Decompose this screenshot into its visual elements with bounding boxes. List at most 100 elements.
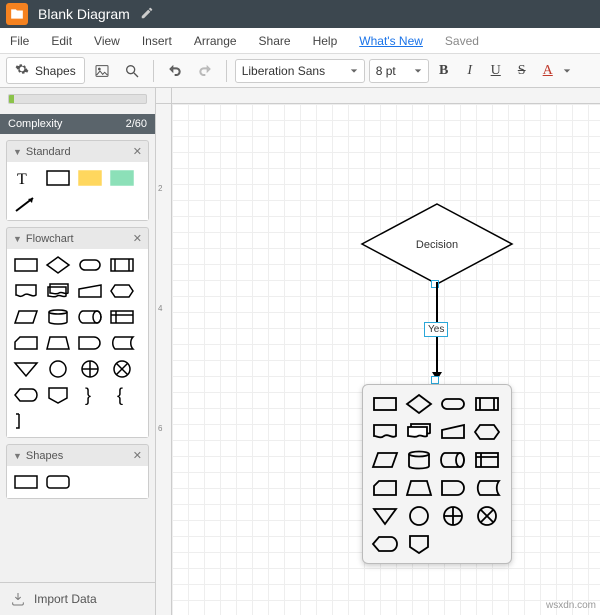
shape-sum[interactable] [107,357,137,381]
shape-data[interactable] [11,305,41,329]
ruler-corner [156,88,172,104]
shape-merge[interactable] [11,357,41,381]
close-icon[interactable]: ✕ [133,449,142,462]
rename-icon[interactable] [140,6,154,23]
shape-rect[interactable] [11,470,41,494]
close-icon[interactable]: ✕ [133,232,142,245]
menu-file[interactable]: File [10,34,29,48]
shape-document[interactable] [11,279,41,303]
shape-trap[interactable] [403,475,435,501]
shape-process[interactable] [11,253,41,277]
menubar: File Edit View Insert Arrange Share Help… [0,28,600,54]
shape-preparation[interactable] [471,419,503,445]
menu-view[interactable]: View [94,34,120,48]
ruler-tick: 2 [158,184,162,193]
canvas[interactable]: Decision Yes [172,104,600,615]
edge-label[interactable]: Yes [424,322,448,337]
strike-button[interactable]: S [511,63,533,79]
shape-decision[interactable] [403,391,435,417]
toolbar: Shapes Liberation Sans 8 pt B I U S A [0,54,600,88]
menu-help[interactable]: Help [313,34,338,48]
shape-multidoc[interactable] [43,279,73,303]
shape-stored[interactable] [471,475,503,501]
shape-display[interactable] [11,383,41,407]
menu-insert[interactable]: Insert [142,34,172,48]
menu-share[interactable]: Share [259,34,291,48]
shape-merge[interactable] [369,503,401,529]
shape-offpage[interactable] [43,383,73,407]
shape-brace-l[interactable]: { [107,383,137,407]
shape-process[interactable] [369,391,401,417]
shape-database[interactable] [43,305,73,329]
shape-round[interactable] [43,470,73,494]
close-icon[interactable]: ✕ [133,145,142,158]
menu-arrange[interactable]: Arrange [194,34,237,48]
shape-connector[interactable] [403,503,435,529]
shape-manual-input[interactable] [75,279,105,303]
shape-delay[interactable] [437,475,469,501]
font-size-select[interactable]: 8 pt [369,59,429,83]
shape-connector[interactable] [43,357,73,381]
import-data-button[interactable]: Import Data [0,582,155,615]
titlebar: Blank Diagram [0,0,600,28]
shape-display[interactable] [369,531,401,557]
shape-stored[interactable] [107,331,137,355]
bold-button[interactable]: B [433,63,455,79]
menu-edit[interactable]: Edit [51,34,72,48]
shape-internal[interactable] [471,447,503,473]
shape-document[interactable] [369,419,401,445]
menu-whats-new[interactable]: What's New [359,34,423,48]
chevron-down-icon[interactable] [563,64,571,78]
connection-handle[interactable] [431,376,439,384]
svg-text:}: } [85,385,91,405]
shape-preparation[interactable] [107,279,137,303]
shape-multidoc[interactable] [403,419,435,445]
shape-note[interactable] [11,409,41,433]
shape-terminator[interactable] [437,391,469,417]
font-color-button[interactable]: A [537,63,559,79]
shape-database[interactable] [403,447,435,473]
shape-terminator[interactable] [75,253,105,277]
section-header[interactable]: ▼ Shapes ✕ [7,445,148,466]
font-select[interactable]: Liberation Sans [235,59,365,83]
decision-node[interactable]: Decision [362,204,512,287]
shape-decision[interactable] [43,253,73,277]
shape-internal[interactable] [107,305,137,329]
underline-button[interactable]: U [485,63,507,79]
shape-data[interactable] [369,447,401,473]
shape-manual-input[interactable] [437,419,469,445]
section-header[interactable]: ▼ Standard ✕ [7,141,148,162]
document-title[interactable]: Blank Diagram [38,6,130,22]
shapes-button[interactable]: Shapes [6,57,85,84]
undo-icon[interactable] [162,58,188,84]
shape-text[interactable]: T [11,166,41,190]
shape-brace-r[interactable]: } [75,383,105,407]
shape-card[interactable] [11,331,41,355]
folder-icon[interactable] [6,3,28,25]
shape-or[interactable] [437,503,469,529]
shape-direct[interactable] [75,305,105,329]
shape-predef[interactable] [471,391,503,417]
gear-icon [15,62,29,79]
shape-trap[interactable] [43,331,73,355]
shape-card[interactable] [369,475,401,501]
shape-predef[interactable] [107,253,137,277]
shape-note-green[interactable] [107,166,137,190]
search-icon[interactable] [119,58,145,84]
shape-arrow[interactable] [11,192,41,216]
section-header[interactable]: ▼ Flowchart ✕ [7,228,148,249]
shape-sum[interactable] [471,503,503,529]
italic-button[interactable]: I [459,63,481,79]
redo-icon[interactable] [192,58,218,84]
image-icon[interactable] [89,58,115,84]
section-flowchart: ▼ Flowchart ✕ [6,227,149,438]
ruler-vertical[interactable]: 2 4 6 [156,104,172,615]
shape-delay[interactable] [75,331,105,355]
shape-offpage[interactable] [403,531,435,557]
shape-direct[interactable] [437,447,469,473]
shape-note-yellow[interactable] [75,166,105,190]
ruler-horizontal[interactable] [172,88,600,104]
separator [226,60,227,82]
shape-rect[interactable] [43,166,73,190]
shape-or[interactable] [75,357,105,381]
